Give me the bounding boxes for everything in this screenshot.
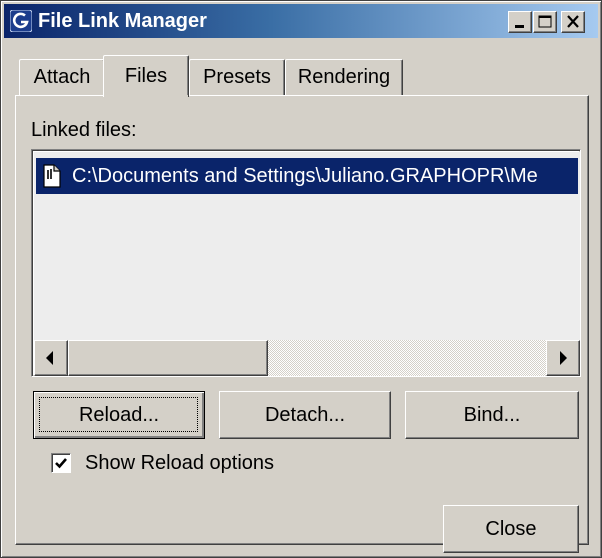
tab-attach[interactable]: Attach (19, 59, 105, 95)
scroll-right-button[interactable] (546, 340, 580, 376)
linked-file-path: C:\Documents and Settings\Juliano.GRAPHO… (72, 165, 538, 187)
list-item[interactable]: C:\Documents and Settings\Juliano.GRAPHO… (36, 158, 578, 194)
maximize-button[interactable] (533, 11, 557, 33)
file-icon (43, 164, 61, 188)
bind-button[interactable]: Bind... (405, 391, 579, 439)
close-button-label: Close (485, 518, 537, 540)
title-bar[interactable]: File Link Manager (4, 4, 598, 38)
tab-presets[interactable]: Presets (189, 59, 285, 95)
minimize-icon (515, 25, 524, 28)
tab-attach-label: Attach (33, 66, 91, 88)
app-logo-icon (10, 10, 32, 32)
horizontal-scrollbar[interactable] (34, 340, 580, 376)
tab-rendering-label: Rendering (297, 66, 391, 88)
show-reload-options-label[interactable]: Show Reload options (85, 452, 274, 474)
close-button[interactable]: Close (443, 505, 579, 553)
maximize-icon (538, 15, 552, 28)
window-title: File Link Manager (38, 10, 207, 32)
close-window-button[interactable] (561, 11, 585, 33)
tab-files-label: Files (124, 65, 168, 87)
show-reload-options-checkbox[interactable] (51, 453, 71, 473)
linked-files-label: Linked files: (31, 119, 137, 141)
checkmark-icon (55, 458, 67, 469)
linked-files-list[interactable]: C:\Documents and Settings\Juliano.GRAPHO… (31, 149, 581, 377)
focus-ring (39, 397, 198, 432)
active-tab-joint (104, 95, 188, 98)
minimize-button[interactable] (508, 11, 532, 33)
tab-files[interactable]: Files (103, 55, 189, 97)
detach-button[interactable]: Detach... (219, 391, 391, 439)
list-area[interactable]: C:\Documents and Settings\Juliano.GRAPHO… (34, 152, 580, 340)
arrow-right-icon (560, 351, 567, 365)
scroll-left-button[interactable] (34, 340, 68, 376)
tab-rendering[interactable]: Rendering (285, 59, 403, 95)
detach-button-label: Detach... (264, 404, 346, 426)
file-link-manager-window: File Link Manager Attach Files Presets R… (0, 0, 602, 558)
tab-presets-label: Presets (203, 66, 271, 88)
close-icon (567, 15, 579, 28)
reload-button[interactable]: Reload... (33, 391, 205, 439)
scroll-thumb[interactable] (68, 340, 268, 376)
bind-button-label: Bind... (463, 404, 521, 426)
arrow-left-icon (46, 351, 53, 365)
